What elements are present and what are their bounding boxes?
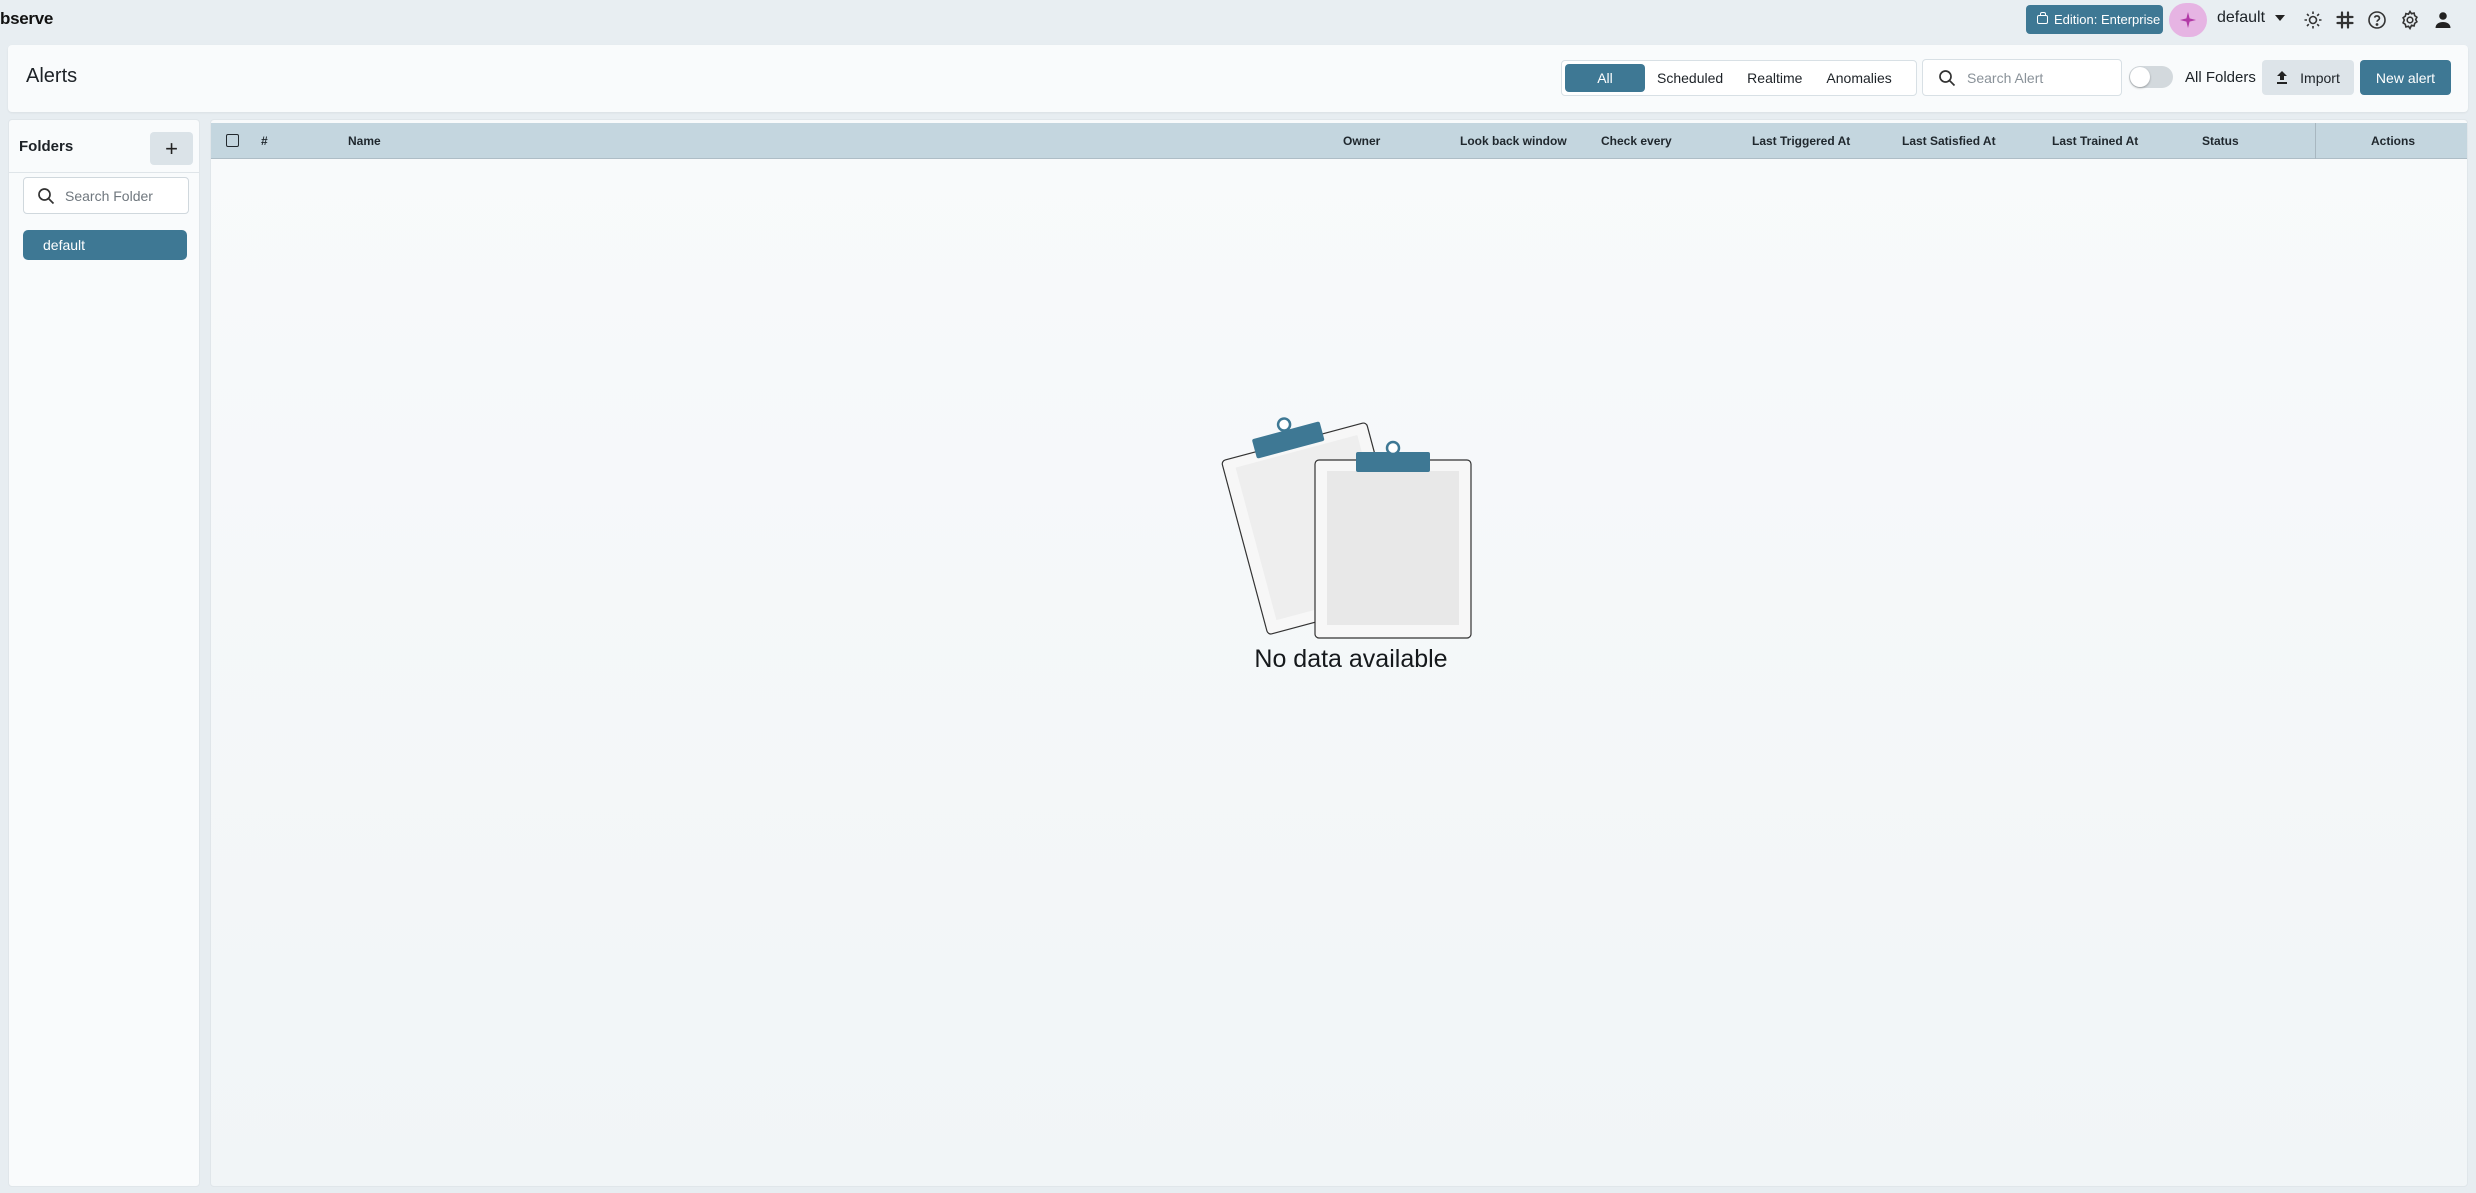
slack-icon[interactable] — [2334, 9, 2356, 31]
user-icon[interactable] — [2432, 9, 2454, 31]
empty-state-text: No data available — [1254, 645, 1448, 673]
top-bar: bserve Edition: Enterprise default — [0, 0, 2476, 40]
edition-badge[interactable]: Edition: Enterprise — [2026, 5, 2163, 34]
search-alert-placeholder: Search Alert — [1967, 69, 2044, 86]
import-button[interactable]: Import — [2262, 60, 2354, 95]
tab-realtime[interactable]: Realtime — [1735, 64, 1814, 92]
clipboard-illustration — [1221, 417, 1472, 639]
folders-sidebar: Folders + Search Folder default — [8, 119, 200, 1187]
folder-item-default[interactable]: default — [23, 230, 187, 260]
table-header: # Name Owner Look back window Check ever… — [211, 123, 2467, 159]
column-header-last-triggered-at[interactable]: Last Triggered At — [1752, 134, 1850, 148]
tab-scheduled[interactable]: Scheduled — [1645, 64, 1735, 92]
column-header-owner[interactable]: Owner — [1343, 134, 1380, 148]
alert-type-tabs: All Scheduled Realtime Anomalies — [1561, 60, 1917, 96]
column-header-actions: Actions — [2371, 134, 2416, 148]
column-header-look-back-window[interactable]: Look back window — [1460, 134, 1567, 148]
brand-logo[interactable]: bserve — [0, 9, 53, 29]
ai-assistant-button[interactable] — [2169, 3, 2207, 37]
divider — [9, 172, 199, 173]
new-alert-button[interactable]: New alert — [2360, 60, 2451, 95]
tab-anomalies[interactable]: Anomalies — [1814, 64, 1903, 92]
help-icon[interactable] — [2366, 9, 2388, 31]
column-header-last-satisfied-at[interactable]: Last Satisfied At — [1902, 134, 1996, 148]
settings-icon[interactable] — [2399, 9, 2421, 31]
column-header-status[interactable]: Status — [2202, 134, 2239, 148]
sparkle-icon — [2180, 12, 2196, 28]
tab-all[interactable]: All — [1565, 64, 1645, 92]
page-title: Alerts — [26, 65, 78, 87]
column-header-check-every[interactable]: Check every — [1601, 134, 1672, 148]
alerts-table: # Name Owner Look back window Check ever… — [210, 119, 2468, 1187]
all-folders-toggle[interactable]: All Folders — [2129, 66, 2256, 88]
import-label: Import — [2300, 69, 2340, 86]
add-folder-button[interactable]: + — [150, 132, 193, 165]
toggle-label: All Folders — [2185, 68, 2256, 86]
chevron-down-icon — [2275, 15, 2286, 21]
briefcase-icon — [2037, 12, 2048, 24]
search-folder-placeholder: Search Folder — [65, 187, 153, 204]
toggle-switch[interactable] — [2129, 66, 2173, 88]
empty-state: No data available — [1221, 405, 1481, 675]
sun-icon[interactable] — [2302, 9, 2324, 31]
column-header-name[interactable]: Name — [348, 134, 381, 148]
org-name: default — [2217, 9, 2266, 26]
column-header-last-trained-at[interactable]: Last Trained At — [2052, 134, 2138, 148]
org-selector[interactable]: default — [2217, 9, 2286, 27]
edition-label: Edition: Enterprise — [2054, 12, 2161, 27]
search-icon — [38, 187, 55, 204]
search-folder-input[interactable]: Search Folder — [23, 177, 189, 214]
search-icon — [1939, 69, 1956, 86]
divider — [2315, 123, 2316, 159]
alerts-header: Alerts All Scheduled Realtime Anomalies … — [8, 45, 2468, 112]
select-all-checkbox[interactable] — [226, 134, 239, 147]
search-alert-input[interactable]: Search Alert — [1922, 59, 2122, 96]
upload-icon — [2277, 71, 2288, 84]
column-header-index[interactable]: # — [261, 134, 268, 148]
folders-title: Folders — [19, 138, 74, 155]
